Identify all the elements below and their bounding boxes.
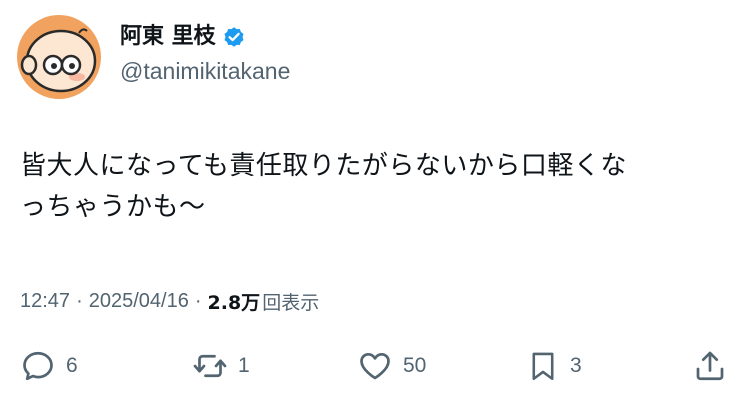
post-date[interactable]: 2025/04/16 bbox=[89, 290, 189, 313]
display-name[interactable]: 阿東 里枝 bbox=[120, 22, 216, 52]
heart-icon bbox=[360, 352, 390, 380]
tweet-text-line: 皆大人になっても責任取りたがらないから口軽くな bbox=[20, 151, 627, 181]
user-handle[interactable]: @tanimikitakane bbox=[120, 56, 290, 86]
bald-cartoon-face-icon bbox=[17, 15, 101, 99]
bookmark-button[interactable]: 3 bbox=[526, 344, 582, 388]
separator: · bbox=[194, 289, 202, 312]
separator: · bbox=[76, 289, 83, 312]
post-time[interactable]: 12:47 bbox=[20, 290, 70, 313]
reply-icon bbox=[23, 351, 53, 381]
views-label: 回表示 bbox=[262, 291, 320, 314]
reply-button[interactable]: 6 bbox=[20, 344, 78, 388]
bookmark-icon bbox=[532, 352, 554, 381]
repost-count: 1 bbox=[238, 354, 250, 377]
author-header: 阿東 里枝 @tanimikitakane bbox=[120, 22, 290, 86]
avatar[interactable] bbox=[17, 15, 101, 99]
tweet-metadata: 12:47 · 2025/04/16 · 2.8万 回表示 bbox=[20, 286, 319, 316]
verified-badge-icon[interactable] bbox=[222, 25, 246, 49]
share-icon bbox=[696, 351, 724, 381]
bookmark-count: 3 bbox=[570, 354, 582, 377]
repost-icon bbox=[193, 354, 227, 378]
like-count: 50 bbox=[403, 354, 427, 377]
repost-button[interactable]: 1 bbox=[192, 344, 250, 388]
views-count: 2.8万 bbox=[207, 291, 261, 314]
tweet-text: 皆大人になっても責任取りたがらないから口軽くな っちゃうかも〜 bbox=[20, 146, 730, 228]
tweet-text-line: っちゃうかも〜 bbox=[20, 192, 206, 222]
action-bar: 6 1 50 3 bbox=[0, 344, 750, 388]
tweet: 阿東 里枝 @tanimikitakane 皆大人になっても責任取りたがらないか… bbox=[0, 0, 750, 401]
share-button[interactable] bbox=[692, 344, 728, 388]
like-button[interactable]: 50 bbox=[357, 344, 426, 388]
reply-count: 6 bbox=[66, 354, 78, 377]
